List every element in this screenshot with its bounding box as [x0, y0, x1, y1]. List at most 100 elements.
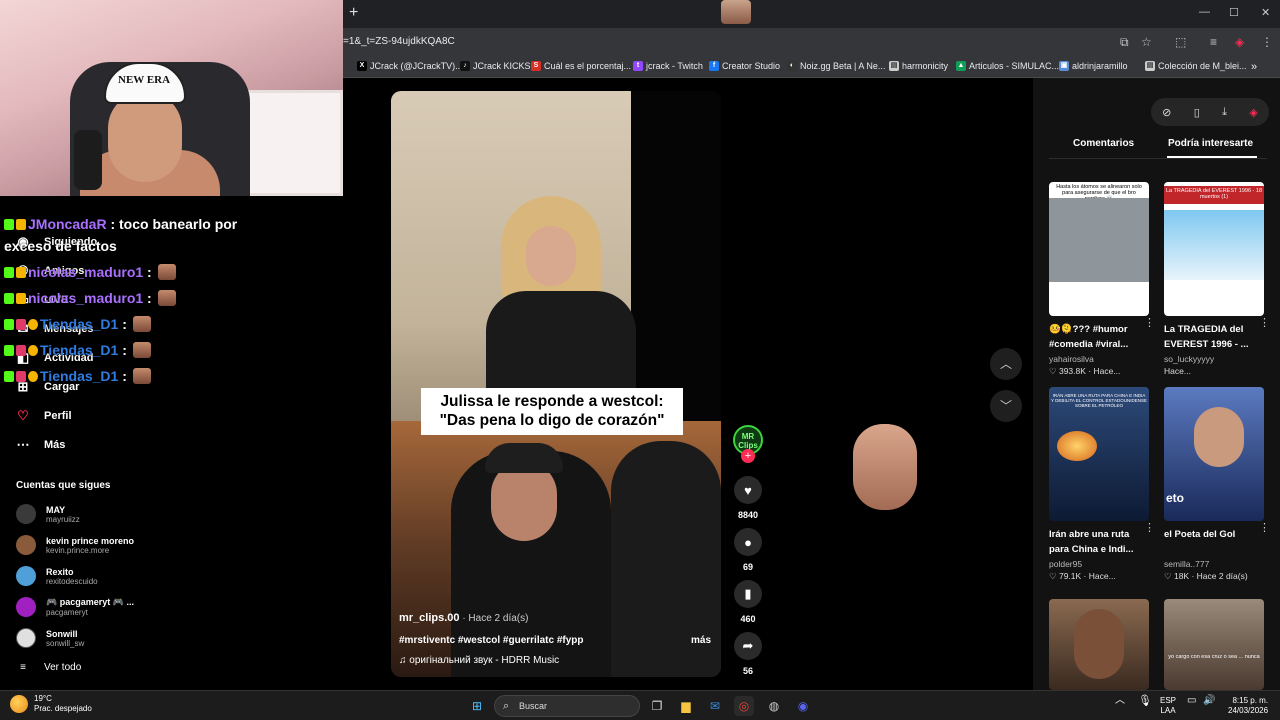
minimize-button[interactable]: — [1199, 6, 1210, 18]
comment-button[interactable]: ● 69 [733, 528, 763, 572]
weather-widget[interactable]: 19°C Prac. despejado [10, 694, 92, 714]
tab-divider [1049, 158, 1267, 159]
emote-icon [157, 264, 176, 280]
task-view-icon[interactable]: ❐ [647, 696, 667, 716]
tray-overflow-icon[interactable]: ︿ [1115, 696, 1125, 706]
emote-icon [132, 342, 151, 358]
coin-badge [28, 344, 38, 356]
video-hashtags[interactable]: #mrstiventc #westcol #guerrilatc #fypp [399, 635, 584, 646]
bookmark-item[interactable]: X JCrack (@JCrackTV)... [357, 61, 463, 71]
chrome-icon[interactable]: ◎ [734, 696, 754, 716]
video-author[interactable]: mr_clips.00 · Hace 2 día(s) [399, 612, 528, 624]
weather-sun-icon [10, 695, 28, 713]
mail-icon[interactable]: ✉ [705, 696, 725, 716]
person-image [1074, 609, 1124, 679]
kick-badge [4, 370, 14, 382]
obs-icon[interactable]: ◍ [764, 696, 784, 716]
coin-badge [28, 318, 38, 330]
bookmark-item[interactable]: ▤ Colección de M_blei... [1145, 61, 1247, 71]
card-menu-icon[interactable]: ⋮ [1144, 316, 1155, 329]
video-card[interactable]: IRÁN ABRE UNA RUTA PARA CHINA E INDIA Y … [1049, 387, 1155, 582]
video-music[interactable]: ♫ оригінальний звук - HDRR Music [399, 655, 559, 666]
drive-logo-icon: ▲ [956, 61, 966, 71]
following-account[interactable]: Rexito rexitodescuido [16, 566, 98, 586]
more-link[interactable]: más [691, 635, 711, 646]
save-button[interactable]: ▮ 460 [733, 580, 763, 624]
bookmark-item[interactable]: ▣ aldrinjaramillo [1059, 61, 1128, 71]
person-image [1194, 407, 1244, 467]
kick-badge [4, 266, 14, 278]
maximize-button[interactable]: ☐ [1229, 6, 1239, 19]
emote-icon [132, 316, 151, 332]
video-card[interactable]: Hasta los átomos se alinearon solo para … [1049, 182, 1155, 377]
like-button[interactable]: ♥ 8840 [733, 476, 763, 520]
list-icon: ≡ [20, 662, 26, 673]
cast-icon[interactable]: ⧉ [1120, 35, 1129, 50]
volume-icon[interactable]: 🔊 [1203, 696, 1215, 706]
see-all-link[interactable]: ≡ Ver todo [16, 662, 81, 673]
next-video-button[interactable]: ﹀ [990, 390, 1022, 422]
compass-icon[interactable]: ⊘ [1162, 106, 1171, 119]
video-player[interactable]: Julissa le responde a westcol: "Das pena… [391, 91, 721, 677]
url-field[interactable]: =1&_t=ZS-94ujdkKQA8C [343, 36, 455, 47]
video-card[interactable]: La TRAGEDIA del EVEREST 1996 - 18 muerto… [1164, 182, 1270, 376]
tab-comments[interactable]: Comentarios [1073, 138, 1134, 149]
bookmark-star-icon[interactable]: ☆ [1141, 35, 1152, 49]
twitch-logo-icon: t [633, 61, 643, 71]
download-icon[interactable]: ⤓ [1222, 106, 1227, 119]
image-icon: ▣ [1059, 61, 1069, 71]
kick-badge [4, 218, 14, 230]
bookmark-item[interactable]: t jcrack - Twitch [633, 61, 703, 71]
taskbar-search[interactable]: ⌕ Buscar [494, 695, 640, 717]
author-avatar[interactable]: MR Clips + [733, 425, 763, 463]
media-control-icon[interactable]: ≡ [1210, 35, 1217, 49]
cap-logo-text: NEW ERA [118, 74, 171, 86]
windows-start-icon[interactable]: ⊞ [467, 696, 487, 716]
following-title: Cuentas que sigues [16, 480, 111, 491]
file-explorer-icon[interactable]: ▆ [676, 696, 696, 716]
bookmark-item[interactable]: ▤ harmonicity [889, 61, 948, 71]
tab-might-interest[interactable]: Podría interesarte [1168, 138, 1253, 149]
video-frame-dark [631, 91, 721, 421]
video-card[interactable] [1049, 599, 1149, 690]
card-menu-icon[interactable]: ⋮ [1144, 521, 1155, 534]
nav-profile[interactable]: ♡ Perfil [16, 408, 71, 424]
heart-icon: ♥ [734, 476, 762, 504]
screen: ◉Siguiendo ⚇Amigos ▭LIVE ✉Mensajes ◧Acti… [0, 0, 1280, 720]
card-menu-icon[interactable]: ⋮ [1259, 316, 1270, 329]
share-button[interactable]: ➦ 56 [733, 632, 763, 676]
video-card[interactable]: eto el Poeta del Gol semilla..777 ♡ 18K … [1164, 387, 1270, 582]
following-account[interactable]: MAY mayruiizz [16, 504, 80, 524]
tab-favicon-avatar[interactable] [721, 0, 751, 24]
clock[interactable]: 8:15 p. m. 24/03/2026 [1228, 696, 1268, 716]
language-indicator[interactable]: ESP LAA [1160, 696, 1176, 716]
bookmark-item[interactable]: ▲ Articulos - SIMULAC... [956, 61, 1059, 71]
network-icon[interactable]: ▭ [1187, 696, 1196, 706]
bookmark-item[interactable]: S Cuál es el porcentaj... [531, 61, 631, 71]
new-tab-button[interactable]: + [349, 4, 358, 22]
chat-message: Tiendas_D1 : [4, 316, 151, 332]
comment-icon: ● [734, 528, 762, 556]
prev-video-button[interactable]: ︿ [990, 348, 1022, 380]
extensions-icon[interactable]: ⬚ [1175, 35, 1186, 49]
profile-icon[interactable]: ◈ [1249, 106, 1257, 119]
following-account[interactable]: 🎮 pacgameryt 🎮 ... pacgameryt [16, 597, 134, 617]
close-button[interactable]: ✕ [1261, 6, 1270, 19]
card-menu-icon[interactable]: ⋮ [1259, 521, 1270, 534]
following-account[interactable]: kevin prince moreno kevin.prince.more [16, 535, 134, 555]
phone-icon[interactable]: ▯ [1194, 106, 1200, 119]
follow-plus-icon[interactable]: + [741, 449, 755, 463]
video-card[interactable]: yo cargo con esa cruz o sea ... nunca [1164, 599, 1264, 690]
bookmark-item[interactable]: ◐ Noiz.gg Beta | A Ne... [787, 61, 885, 71]
bookmarks-overflow-icon[interactable]: » [1251, 61, 1257, 73]
bookmark-icon: ▮ [734, 580, 762, 608]
following-account[interactable]: Sonwill sonwill_sw [16, 628, 84, 648]
microphone-icon[interactable]: 🎙 [1138, 696, 1152, 707]
profile-icon[interactable]: ◈ [1235, 35, 1244, 49]
nav-more[interactable]: ⋯ Más [16, 437, 66, 453]
bookmark-item[interactable]: ♪ JCrack KICKS [460, 61, 531, 71]
bookmark-item[interactable]: f Creator Studio [709, 61, 780, 71]
sub-badge [16, 218, 26, 230]
menu-kebab-icon[interactable]: ⋮ [1261, 35, 1273, 49]
discord-icon[interactable]: ◉ [793, 696, 813, 716]
